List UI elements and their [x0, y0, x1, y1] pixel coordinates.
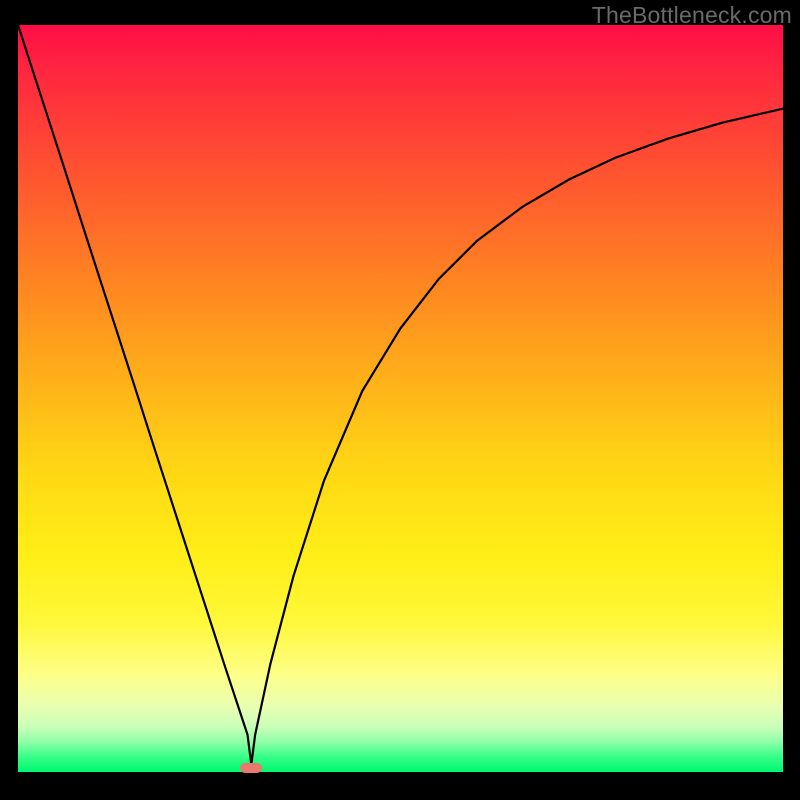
- chart-frame: TheBottleneck.com: [0, 0, 800, 800]
- plot-area: [18, 25, 783, 772]
- optimal-point-marker: [240, 763, 262, 773]
- bottleneck-curve: [18, 25, 783, 772]
- watermark-text: TheBottleneck.com: [592, 2, 792, 29]
